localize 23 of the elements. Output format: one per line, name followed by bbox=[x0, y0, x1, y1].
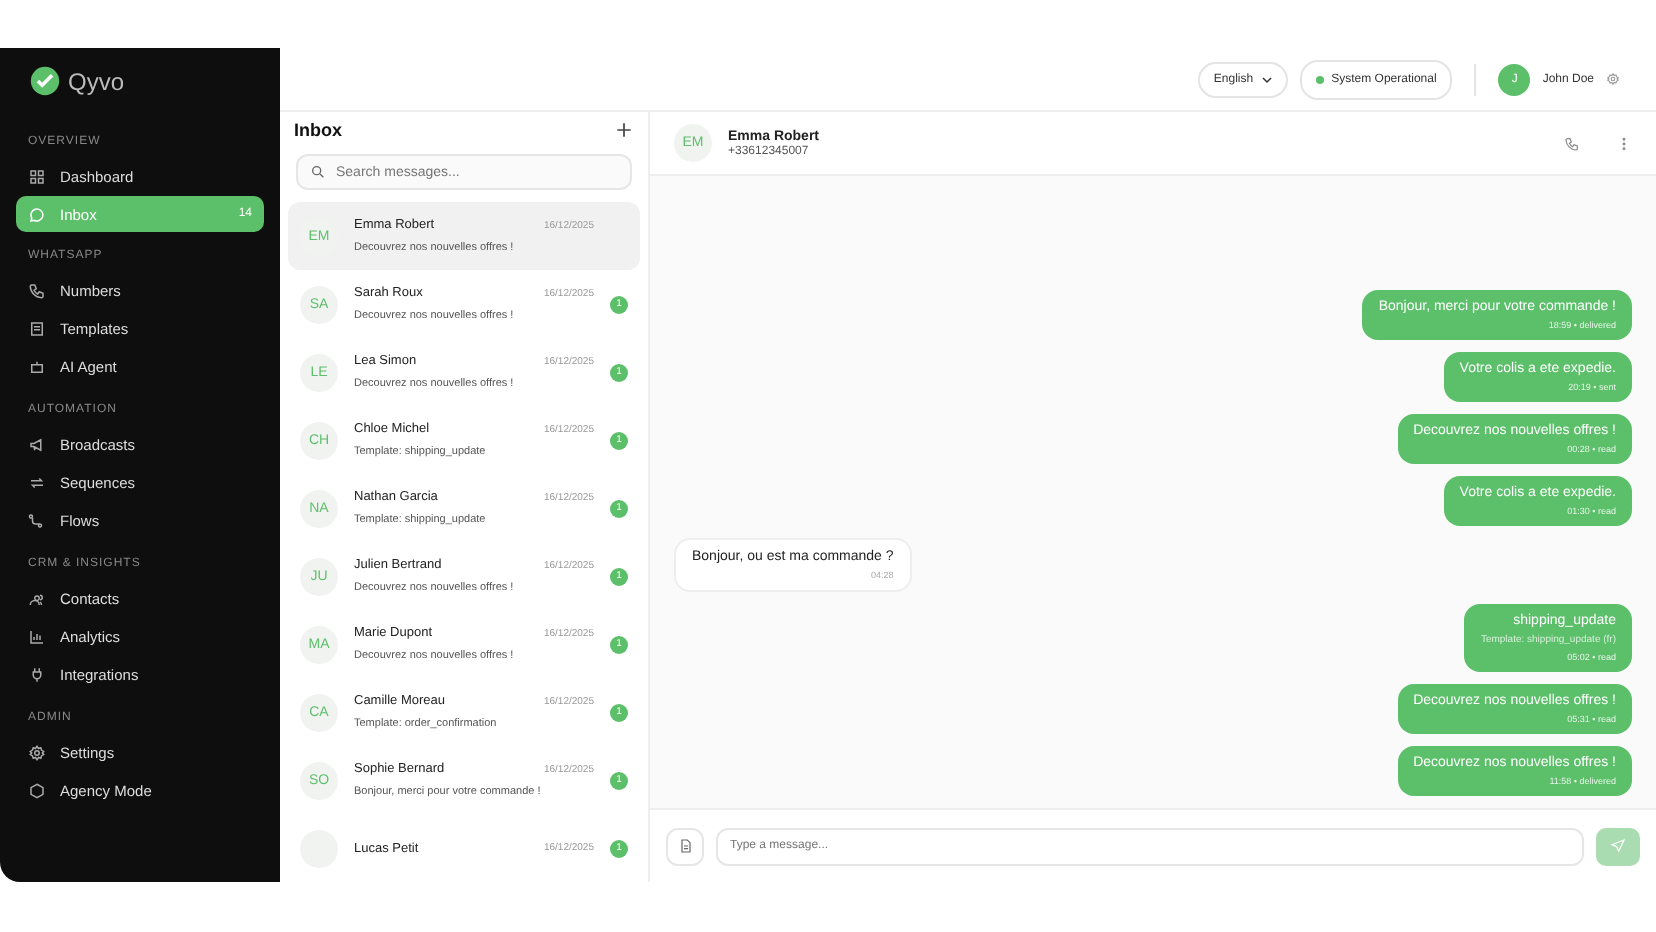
repeat-icon bbox=[28, 474, 46, 492]
add-icon[interactable] bbox=[616, 121, 632, 137]
bar-chart-icon bbox=[28, 628, 46, 646]
gear-icon bbox=[28, 744, 46, 762]
grid-icon bbox=[28, 168, 46, 186]
users-icon bbox=[28, 590, 46, 608]
search-icon bbox=[310, 164, 326, 180]
settings-icon[interactable] bbox=[1606, 72, 1620, 86]
chat-bubble-icon bbox=[28, 205, 46, 223]
phone-icon bbox=[28, 282, 46, 300]
logo-text: Qyvo bbox=[68, 67, 125, 95]
send-icon bbox=[1610, 838, 1626, 854]
plug-icon bbox=[28, 666, 46, 684]
megaphone-icon bbox=[28, 436, 46, 454]
logo-icon bbox=[28, 64, 62, 98]
attach-button[interactable] bbox=[666, 827, 704, 865]
phone-icon[interactable] bbox=[1564, 135, 1580, 151]
caret-icon bbox=[1261, 75, 1272, 83]
document-icon bbox=[28, 320, 46, 338]
status-dot bbox=[1315, 75, 1324, 83]
document-icon bbox=[677, 838, 693, 854]
hexagon-icon bbox=[28, 782, 46, 800]
panel-title: Inbox bbox=[294, 119, 342, 139]
